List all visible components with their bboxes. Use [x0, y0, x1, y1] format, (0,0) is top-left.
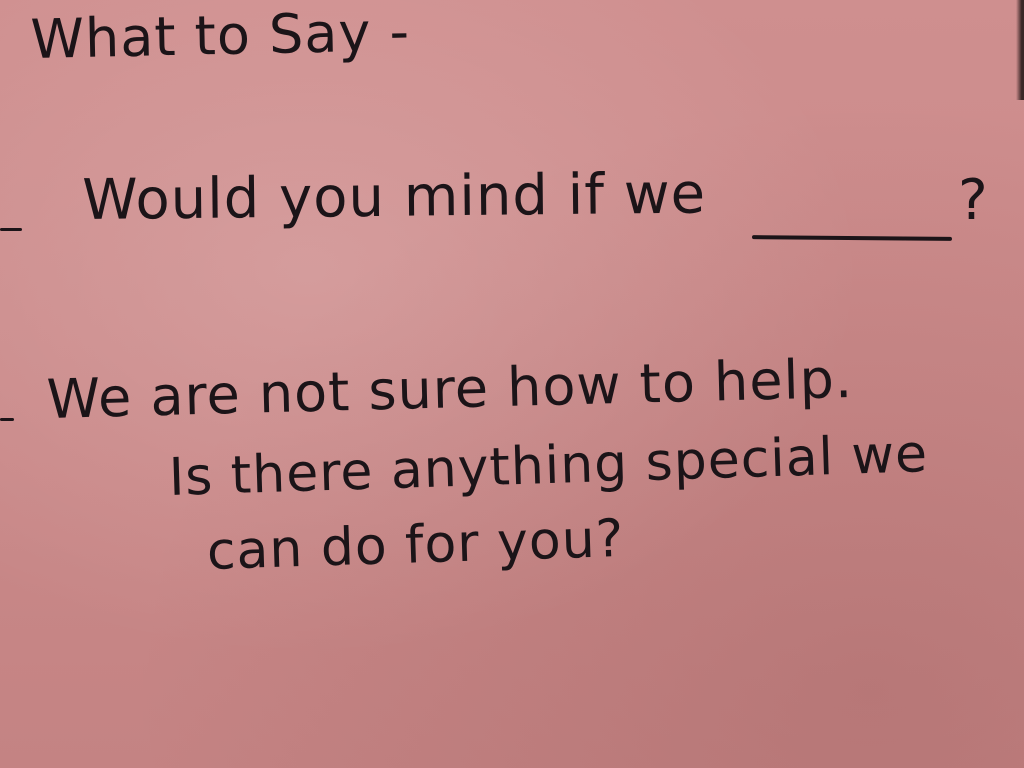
fill-in-blank-underline	[751, 235, 953, 241]
line-anything-special: Is there anything special we	[168, 424, 929, 508]
pink-paper-sheet: What to Say - Would you mind if we ? We …	[0, 0, 1024, 768]
dash-bullet-2	[0, 418, 14, 421]
paper-edge-shadow	[1016, 0, 1024, 100]
line-question-mark: ?	[958, 168, 989, 233]
line-not-sure-how-to-help: We are not sure how to help.	[46, 346, 854, 431]
dash-bullet-1	[0, 228, 22, 231]
line-would-you-mind: Would you mind if we	[82, 161, 707, 233]
heading-what-to-say: What to Say -	[30, 0, 411, 71]
line-can-do-for-you: can do for you?	[206, 508, 626, 582]
